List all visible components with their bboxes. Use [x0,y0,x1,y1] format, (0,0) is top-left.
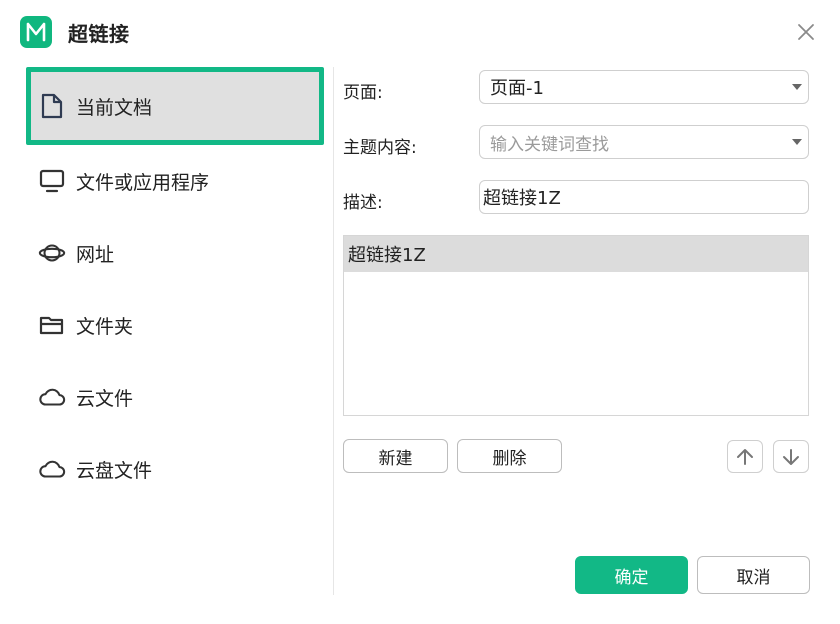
cancel-button[interactable]: 取消 [697,556,810,594]
folder-icon [38,311,66,339]
divider [333,67,334,595]
move-up-button[interactable] [727,440,763,473]
description-input[interactable] [483,186,808,208]
sidebar-item-label: 当前文档 [76,96,153,119]
dialog-title: 超链接 [68,22,130,46]
topic-placeholder: 输入关键词查找 [490,134,609,155]
sidebar-item-label: 文件或应用程序 [76,171,210,194]
sidebar-item-current-document[interactable]: 当前文档 [26,67,324,145]
page-label: 页面: [343,83,383,103]
list-item[interactable]: 超链接1Z [344,236,808,272]
app-logo [20,16,52,48]
sidebar-item-label: 云盘文件 [76,459,153,482]
link-type-sidebar: 当前文档 文件或应用程序 网址 文件夹 云文件 云盘文件 [26,67,324,505]
monitor-icon [38,167,66,195]
arrow-up-icon [737,448,753,465]
chevron-down-icon [792,139,802,145]
planet-icon [38,239,66,267]
chevron-down-icon [792,84,802,90]
page-select-value: 页面-1 [490,78,544,99]
page-select[interactable]: 页面-1 [479,70,809,104]
description-label: 描述: [343,193,383,213]
topic-label: 主题内容: [343,138,417,158]
ok-button[interactable]: 确定 [575,556,688,594]
sidebar-item-label: 云文件 [76,387,134,410]
hyperlink-list[interactable]: 超链接1Z [343,235,809,416]
sidebar-item-label: 文件夹 [76,315,134,338]
sidebar-item-label: 网址 [76,243,115,266]
new-button[interactable]: 新建 [343,439,448,473]
logo-icon [26,22,46,42]
cloud-icon [38,383,66,411]
move-down-button[interactable] [773,440,809,473]
sidebar-item-folder[interactable]: 文件夹 [26,289,324,361]
description-field[interactable] [479,180,809,214]
close-button[interactable] [794,20,818,44]
delete-button[interactable]: 删除 [457,439,562,473]
close-icon [798,24,814,40]
sidebar-item-url[interactable]: 网址 [26,217,324,289]
arrow-down-icon [783,448,799,465]
sidebar-item-cloud-file[interactable]: 云文件 [26,361,324,433]
document-icon [38,92,66,120]
sidebar-item-cloud-drive-file[interactable]: 云盘文件 [26,433,324,505]
sidebar-item-file-or-app[interactable]: 文件或应用程序 [26,145,324,217]
topic-select[interactable]: 输入关键词查找 [479,125,809,159]
cloud-icon [38,455,66,483]
